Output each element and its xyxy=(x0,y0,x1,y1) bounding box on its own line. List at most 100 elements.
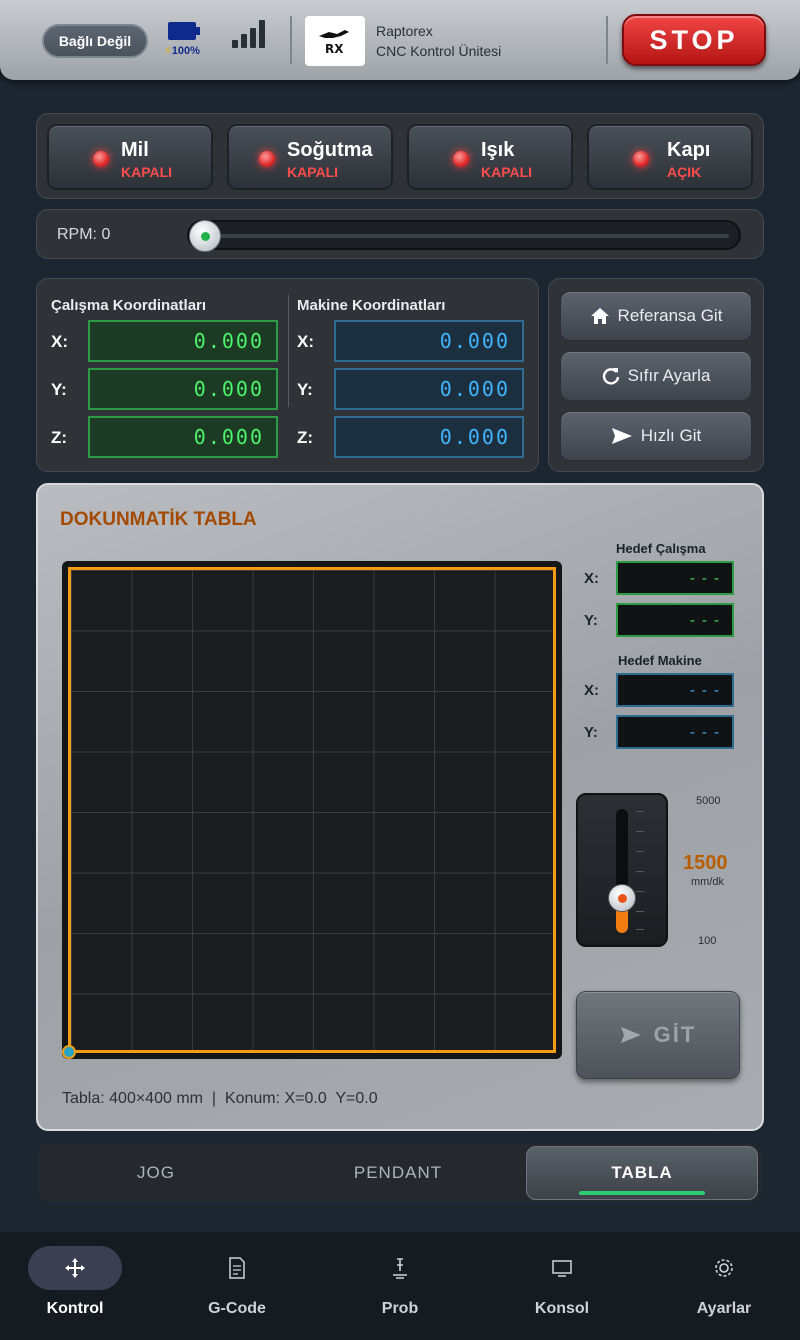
machine-y-display: 0.000 xyxy=(334,368,524,410)
target-work-title: Hedef Çalışma xyxy=(616,541,706,556)
svg-text:RX: RX xyxy=(325,42,344,56)
home-button[interactable]: Referansa Git xyxy=(560,291,752,341)
nav-item-gcode[interactable]: G-Code xyxy=(162,1246,312,1326)
nav-label: Konsol xyxy=(534,1300,590,1317)
nav-label: Ayarlar xyxy=(696,1300,752,1317)
target-work-y-display: --- xyxy=(616,603,734,637)
target-machine-x-display: --- xyxy=(616,673,734,707)
nav-label: G-Code xyxy=(208,1300,266,1317)
target-machine-title: Hedef Makine xyxy=(618,653,702,668)
probe-icon xyxy=(393,1258,407,1279)
brand-subtitle: CNC Kontrol Ünitesi xyxy=(376,43,502,59)
rpm-label: RPM: 0 xyxy=(57,226,111,243)
bottom-navigation: Kontrol G-Code Prob Konsol Ayarlar xyxy=(0,1232,800,1340)
target-machine-y-display: --- xyxy=(616,715,734,749)
axis-label: Y: xyxy=(297,380,313,399)
status-led xyxy=(633,151,649,167)
home-icon xyxy=(590,308,609,324)
target-work-x-display: --- xyxy=(616,561,734,595)
emergency-stop-button[interactable]: STOP xyxy=(622,14,766,66)
battery-icon xyxy=(168,22,200,40)
axis-label: Z: xyxy=(297,428,314,447)
touch-grid[interactable] xyxy=(68,567,556,1053)
feed-track xyxy=(616,809,628,933)
toggle-state: AÇIK xyxy=(667,164,702,180)
axis-label: X: xyxy=(584,682,599,699)
brand-name: Raptorex xyxy=(376,23,433,39)
machine-coordinates-title: Makine Koordinatları xyxy=(297,297,446,314)
toggle-state: KAPALI xyxy=(481,164,533,180)
axis-label: Y: xyxy=(584,612,598,629)
nav-item-console[interactable]: Konsol xyxy=(487,1246,637,1326)
work-z-display: 0.000 xyxy=(88,416,278,458)
coordinates-panel: Çalışma Koordinatları Makine Koordinatla… xyxy=(36,278,539,472)
axis-label: Y: xyxy=(51,380,67,399)
toggle-panel: Mil KAPALI Soğutma KAPALI Işık KAPALI Ka… xyxy=(36,113,764,199)
touch-table-title: DOKUNMATİK TABLA xyxy=(60,509,257,530)
tab-pendant[interactable]: PENDANT xyxy=(288,1144,508,1202)
tab-table[interactable]: TABLA xyxy=(526,1146,758,1200)
top-bar: Bağlı Değil ⚡100% RX Raptorex CNC Kontro… xyxy=(0,0,800,80)
send-icon xyxy=(611,428,632,444)
axis-label: Z: xyxy=(51,428,68,447)
feed-min-label: 100 xyxy=(698,935,717,947)
settings-icon xyxy=(715,1259,733,1277)
connection-status-badge[interactable]: Bağlı Değil xyxy=(42,24,148,58)
position-marker xyxy=(62,1045,76,1059)
raptor-logo-icon: RX xyxy=(319,30,349,56)
actions-panel: Referansa Git Sıfır Ayarla Hızlı Git xyxy=(548,278,764,472)
touch-table-panel: DOKUNMATİK TABLA Tabla: 400×400 mm | Kon… xyxy=(36,483,764,1131)
coordinates-divider xyxy=(288,295,289,407)
move-icon xyxy=(65,1258,85,1278)
touch-grid-frame xyxy=(62,561,562,1059)
machine-z-display: 0.000 xyxy=(334,416,524,458)
light-toggle-button[interactable]: Işık KAPALI xyxy=(407,124,573,190)
toggle-label: Işık xyxy=(481,139,515,161)
nav-label: Prob xyxy=(381,1300,419,1317)
status-led xyxy=(93,151,109,167)
feed-unit: mm/dk xyxy=(691,876,724,888)
feed-value: 1500 xyxy=(683,852,728,874)
axis-label: X: xyxy=(584,570,599,587)
signal-strength-icon xyxy=(232,18,272,48)
toggle-label: Soğutma xyxy=(287,139,373,161)
work-y-display: 0.000 xyxy=(88,368,278,410)
work-x-display: 0.000 xyxy=(88,320,278,362)
work-coordinates-title: Çalışma Koordinatları xyxy=(51,297,207,314)
set-zero-button[interactable]: Sıfır Ayarla xyxy=(560,351,752,401)
nav-item-settings[interactable]: Ayarlar xyxy=(649,1246,799,1326)
rpm-slider-thumb[interactable] xyxy=(189,220,221,252)
gcode-file-icon xyxy=(229,1257,245,1279)
feed-max-label: 5000 xyxy=(696,795,721,807)
send-icon xyxy=(620,1027,641,1043)
tab-jog[interactable]: JOG xyxy=(46,1144,266,1202)
charging-bolt-icon: ⚡ xyxy=(164,45,172,57)
mode-tabs: JOG PENDANT TABLA xyxy=(38,1144,762,1202)
feed-slider-knob[interactable] xyxy=(608,884,636,912)
axis-label: X: xyxy=(297,332,314,351)
console-icon xyxy=(552,1260,572,1277)
rpm-slider[interactable] xyxy=(187,220,741,252)
nav-label: Kontrol xyxy=(46,1300,104,1317)
header-divider xyxy=(606,16,608,64)
axis-label: Y: xyxy=(584,724,598,741)
toggle-state: KAPALI xyxy=(121,164,173,180)
go-button[interactable]: GİT xyxy=(576,991,740,1079)
brand-logo: RX xyxy=(305,16,365,66)
toggle-label: Mil xyxy=(121,139,149,161)
door-toggle-button[interactable]: Kapı AÇIK xyxy=(587,124,753,190)
axis-label: X: xyxy=(51,332,68,351)
spindle-toggle-button[interactable]: Mil KAPALI xyxy=(47,124,213,190)
table-info-text: Tabla: 400×400 mm | Konum: X=0.0 Y=0.0 xyxy=(62,1090,378,1107)
rpm-panel: RPM: 0 xyxy=(36,209,764,259)
rapid-move-button[interactable]: Hızlı Git xyxy=(560,411,752,461)
nav-item-control[interactable]: Kontrol xyxy=(0,1246,150,1326)
toggle-label: Kapı xyxy=(667,139,711,161)
header-divider xyxy=(290,16,292,64)
coolant-toggle-button[interactable]: Soğutma KAPALI xyxy=(227,124,393,190)
feed-rate-slider[interactable] xyxy=(576,793,668,947)
battery-percent: ⚡100% xyxy=(164,45,200,57)
nav-item-probe[interactable]: Prob xyxy=(325,1246,475,1326)
toggle-state: KAPALI xyxy=(287,164,339,180)
status-led xyxy=(259,151,275,167)
